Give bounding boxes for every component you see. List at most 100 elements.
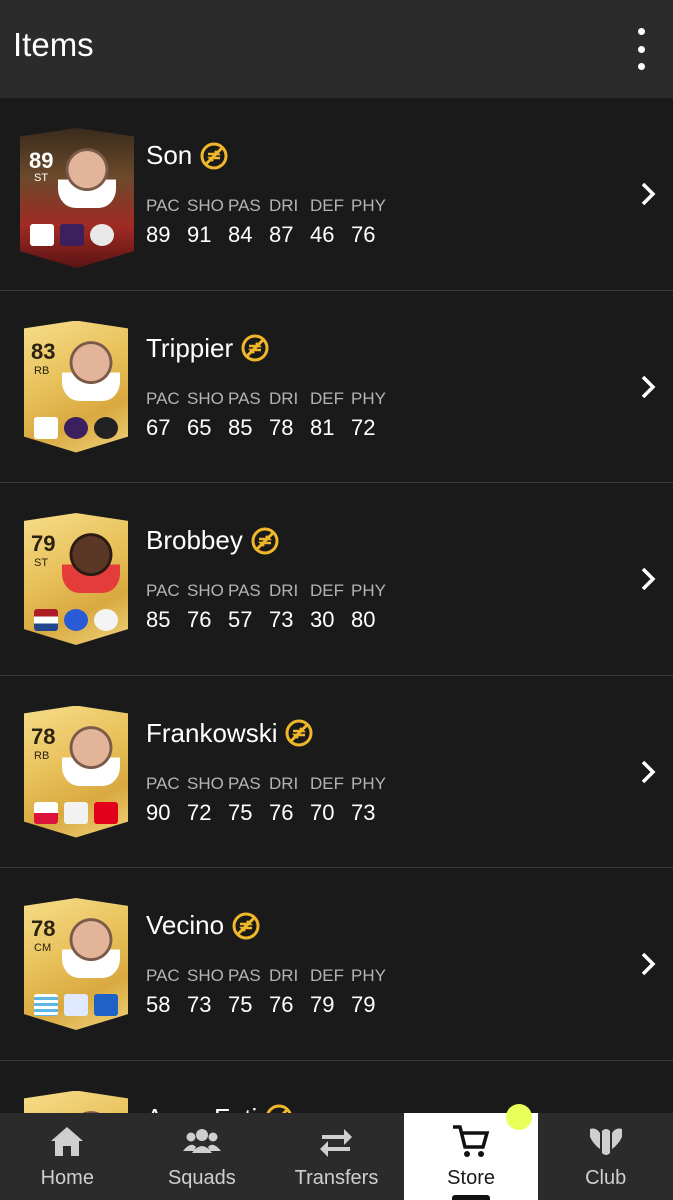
stat-value: 58 (146, 992, 171, 1017)
player-photo (58, 144, 116, 208)
home-icon (51, 1127, 84, 1156)
player-name: Vecino (146, 910, 225, 940)
nav-home[interactable]: Home (0, 1113, 135, 1200)
list-item[interactable]: 89 ST Son PAC 89 SHO 91 PAS 84 DRI 87 DEF 46 … (0, 98, 673, 291)
stat-value: 89 (146, 222, 171, 247)
nav-transfers[interactable]: Transfers (269, 1113, 404, 1200)
more-dot (637, 63, 645, 70)
player-name: Anou Fati (146, 1103, 257, 1114)
untradeable-icon (251, 527, 279, 554)
cart-icon (453, 1125, 490, 1157)
stat-value: 46 (310, 222, 335, 247)
stat-label: PHY (351, 966, 386, 985)
chevron-right-icon[interactable] (639, 760, 657, 784)
card-rating: 78 (31, 723, 56, 749)
stat-label: PAS (228, 966, 261, 985)
nation-flag-icon (34, 416, 58, 439)
stat-label: PHY (351, 773, 386, 793)
stat-label: PHY (351, 196, 386, 215)
stat-value: 57 (228, 607, 253, 632)
club-badge-icon (94, 801, 118, 824)
stat-value: 76 (187, 607, 212, 632)
stat-value: 87 (269, 222, 294, 247)
page-title: Items (13, 26, 94, 63)
stat-value: 91 (187, 222, 212, 247)
player-stats: PAC 85 SHO 76 PAS 57 DRI 73 DEF 30 PHY 80 (146, 581, 392, 633)
stat-phy: PHY 72 (351, 389, 392, 441)
nation-flag-icon (34, 609, 58, 631)
list-item[interactable]: 78 RB Frankowski PAC 90 SHO 72 PAS 75 DRI 76… (0, 676, 673, 868)
stat-label: SHO (187, 388, 224, 408)
stat-label: DEF (310, 196, 344, 215)
list-item[interactable]: Anou Fati (0, 1061, 673, 1114)
list-item[interactable]: 83 RB Trippier PAC 67 SHO 65 PAS 85 DRI 78 D… (0, 291, 673, 483)
league-icon (60, 224, 84, 246)
stat-label: DEF (310, 581, 344, 600)
player-stats: PAC 58 SHO 73 PAS 75 DRI 76 DEF 79 PHY 79 (146, 966, 392, 1018)
player-name: Brobbey (146, 525, 243, 555)
stat-value: 65 (187, 414, 212, 440)
nav-club[interactable]: Club (538, 1113, 673, 1200)
stat-value: 84 (228, 222, 253, 247)
stat-pac: PAC 58 (146, 966, 187, 1018)
stat-def: DEF 79 (310, 966, 351, 1018)
stat-pac: PAC 67 (146, 389, 187, 441)
list-item[interactable]: 79 ST Brobbey PAC 85 SHO 76 PAS 57 DRI 73 DE… (0, 483, 673, 676)
stat-pac: PAC 90 (146, 774, 187, 826)
stat-label: PAC (146, 773, 180, 793)
card-rating: 83 (31, 338, 56, 364)
more-menu-button[interactable] (631, 28, 651, 70)
stat-def: DEF 30 (310, 581, 351, 633)
stat-sho: SHO 72 (187, 774, 228, 826)
stat-label: DRI (269, 196, 299, 215)
stat-dri: DRI 78 (269, 389, 310, 441)
nav-label: Store (447, 1167, 495, 1189)
list-item[interactable]: 78 CM Vecino PAC 58 SHO 73 PAS 75 DRI 76 DEF… (0, 868, 673, 1061)
player-name-line: Brobbey (146, 525, 279, 556)
chevron-right-icon[interactable] (639, 182, 657, 206)
untradeable-icon (285, 719, 313, 747)
player-photo (62, 529, 120, 593)
untradeable-icon (200, 142, 228, 169)
stat-label: PAC (146, 581, 180, 600)
stat-value: 70 (310, 799, 335, 825)
player-photo (62, 914, 120, 978)
club-badge-icon (94, 994, 118, 1016)
stat-sho: SHO 65 (187, 389, 228, 441)
club-icon (589, 1128, 622, 1155)
nav-squads[interactable]: Squads (135, 1113, 270, 1200)
notification-dot (506, 1104, 532, 1130)
stat-pas: PAS 84 (228, 196, 269, 248)
stat-pas: PAS 85 (228, 389, 269, 441)
player-card: 83 RB (24, 320, 128, 453)
more-dot (637, 45, 645, 53)
squads-icon (182, 1129, 221, 1153)
nav-label: Home (40, 1167, 94, 1189)
card-rating: 89 (29, 148, 54, 173)
stat-pas: PAS 57 (228, 581, 269, 633)
card-rating: 79 (31, 531, 56, 556)
player-name-line: Son (146, 140, 228, 171)
stat-phy: PHY 76 (351, 196, 392, 248)
stat-label: PAC (146, 196, 180, 215)
player-card: 78 CM (24, 898, 128, 1030)
untradeable-icon (266, 1104, 292, 1113)
stat-def: DEF 46 (310, 196, 351, 248)
stat-sho: SHO 91 (187, 196, 228, 248)
chevron-right-icon[interactable] (639, 952, 657, 976)
stat-value: 75 (228, 992, 253, 1017)
chevron-right-icon[interactable] (639, 567, 657, 591)
player-card: 89 ST (20, 128, 134, 268)
stat-dri: DRI 76 (269, 966, 310, 1018)
stat-label: SHO (187, 196, 224, 215)
player-name: Frankowski (146, 717, 278, 748)
stat-value: 67 (146, 414, 171, 440)
stat-value: 76 (269, 799, 294, 825)
chevron-right-icon[interactable] (639, 375, 657, 399)
stat-def: DEF 70 (310, 774, 351, 826)
player-stats: PAC 67 SHO 65 PAS 85 DRI 78 DEF 81 PHY 72 (146, 389, 392, 441)
stat-value: 90 (146, 799, 171, 825)
player-name: Son (146, 140, 193, 170)
stat-pas: PAS 75 (228, 774, 269, 826)
stat-label: PAC (146, 388, 180, 408)
